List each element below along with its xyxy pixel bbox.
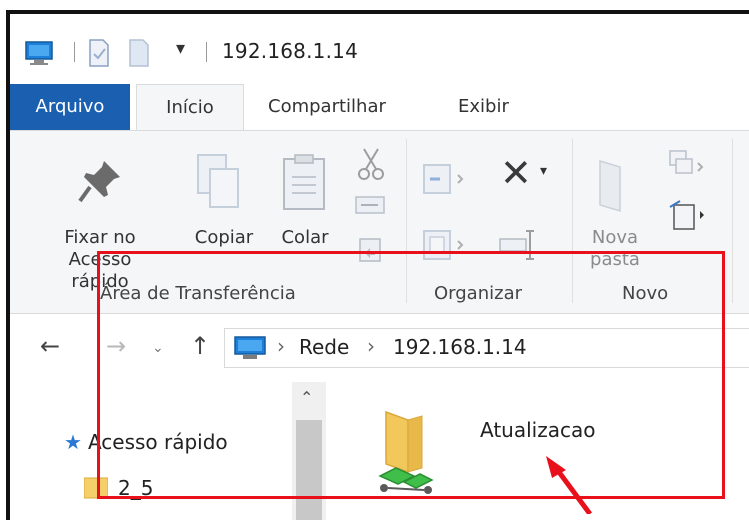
annotation-arrow-icon [546,456,593,514]
